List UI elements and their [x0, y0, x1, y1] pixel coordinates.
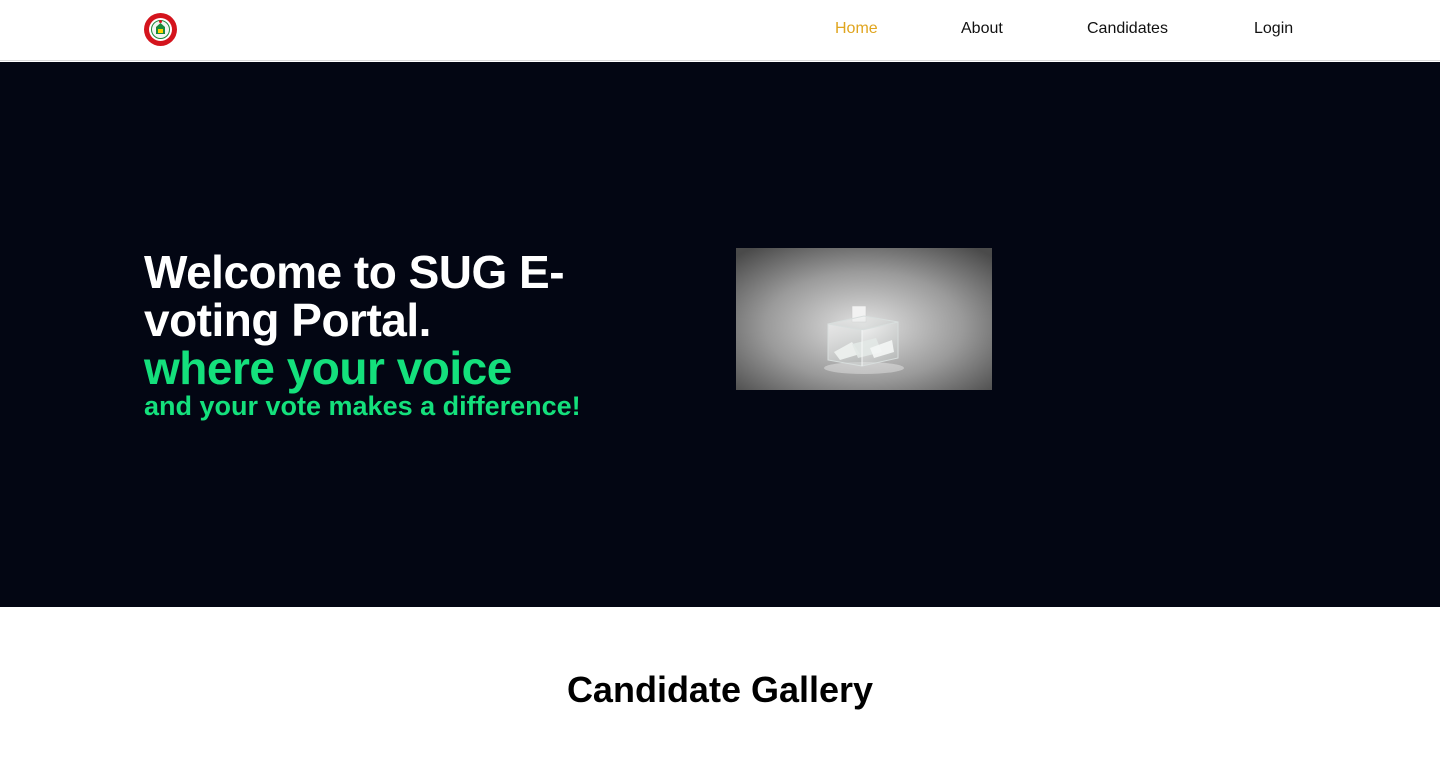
ballot-box-graphic — [736, 248, 992, 390]
hero-tagline-vote: and your vote makes a difference! — [144, 391, 581, 421]
hero-title: Welcome to SUG E-voting Portal. — [144, 246, 565, 346]
gallery-title: Candidate Gallery — [566, 669, 874, 710]
nav-link-about[interactable]: About — [961, 19, 1003, 39]
hero-tagline-voice: where your voice — [144, 342, 512, 394]
ballot-box-image — [736, 248, 992, 390]
university-crest-icon[interactable] — [144, 13, 177, 46]
nav-link-login[interactable]: Login — [1254, 19, 1293, 39]
top-navbar: Home About Candidates Login — [0, 0, 1440, 61]
logo-crest-graphic — [144, 13, 177, 46]
hero-section: Welcome to SUG E-voting Portal. where yo… — [0, 62, 1440, 607]
nav-link-home[interactable]: Home — [835, 19, 878, 39]
nav-link-candidates[interactable]: Candidates — [1087, 19, 1168, 39]
